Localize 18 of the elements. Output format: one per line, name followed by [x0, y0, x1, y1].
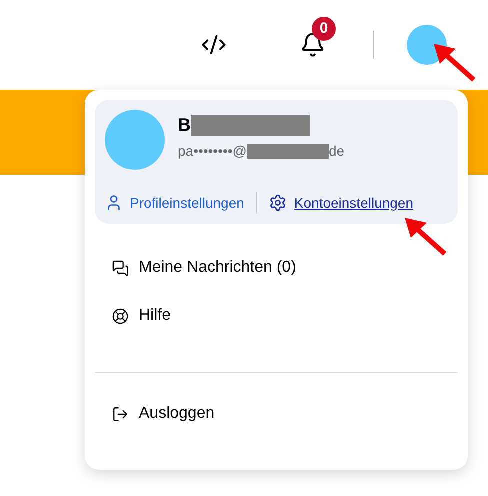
- email-end: de: [329, 142, 345, 161]
- menu-item[interactable]: Hilfe: [95, 304, 458, 328]
- menu-item[interactable]: Meine Nachrichten (0): [95, 256, 458, 280]
- logout-item[interactable]: Ausloggen: [95, 402, 458, 426]
- profile-settings-link[interactable]: Profileinstellungen: [105, 192, 244, 214]
- email-start: pa••••••••@: [178, 142, 247, 161]
- arrow-annotation: [403, 216, 447, 256]
- avatar-button[interactable]: [407, 25, 447, 65]
- arrow-annotation: [432, 42, 476, 82]
- notification-badge: 0: [312, 17, 336, 41]
- user-icon: [105, 194, 123, 212]
- logout-icon: [112, 406, 129, 422]
- lifebuoy-icon: [112, 308, 129, 324]
- gear-icon: [269, 194, 288, 212]
- bell-icon[interactable]: [300, 32, 326, 58]
- user-name: B: [178, 114, 191, 137]
- chat-icon: [112, 260, 129, 276]
- account-settings-link[interactable]: Kontoeinstellungen: [269, 192, 414, 214]
